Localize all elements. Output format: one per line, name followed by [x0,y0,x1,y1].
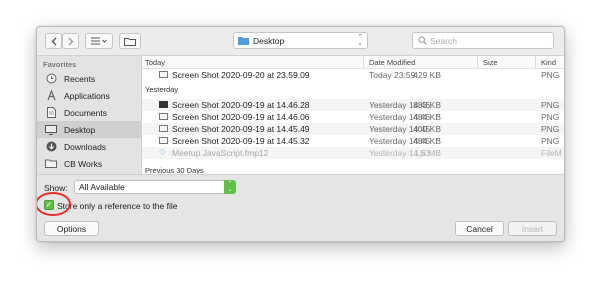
sidebar-item-label: Applications [64,90,110,101]
file-size: 484 KB [413,112,441,122]
file-size: 400 KB [413,124,441,134]
sidebar-item-downloads[interactable]: Downloads [37,138,141,155]
browser-content: Favorites Recents Applications Documents… [37,55,564,174]
new-folder-button[interactable] [119,33,141,49]
file-size: 429 KB [413,70,441,80]
file-dialog: Desktop ⌃⌄ Favorites Recents Application… [36,26,565,242]
file-name: Screen Shot 2020-09-20 at 23.59.09 [172,70,310,80]
file-row[interactable]: Screen Shot 2020-09-19 at 14.46.28 Yeste… [142,99,564,111]
sidebar-item-label: Desktop [64,124,96,135]
file-size: 1,6 MB [414,148,441,158]
show-popup[interactable]: All Available ⌃ ⌄ [74,180,236,194]
image-file-icon [159,137,168,144]
sidebar-item-label: CB Works [64,158,103,169]
view-options-button[interactable] [85,33,113,49]
file-name: Screen Shot 2020-09-19 at 14.46.06 [172,112,310,122]
desktop-icon [44,124,58,136]
sidebar-item-cb-works[interactable]: CB Works [37,155,141,172]
file-kind: PNG [541,124,560,134]
search-input[interactable] [430,35,540,46]
file-row[interactable]: Screen Shot 2020-09-20 at 23.59.09 Today… [142,69,564,81]
checkmark-icon: ✓ [45,200,53,209]
file-row-disabled: ◇ Meetup JavaScript.fmp12 Yesterday 14:5… [142,147,564,159]
folder-icon [238,37,249,45]
column-kind[interactable]: Kind [541,58,556,67]
file-kind: PNG [541,70,560,80]
image-file-icon [159,125,168,132]
column-date-modified[interactable]: Date Modified [369,58,415,67]
back-button[interactable] [45,33,62,49]
toolbar: Desktop ⌃ ⌄ [37,27,564,55]
file-kind: PNG [541,112,560,122]
group-header-yesterday: Yesterday [142,85,564,96]
sidebar-item-label: Downloads [64,141,107,152]
search-field[interactable] [412,32,554,49]
chevron-left-icon [51,37,56,45]
forward-button[interactable] [62,33,79,49]
new-folder-icon [124,37,136,46]
file-name: Screen Shot 2020-09-19 at 14.45.49 [172,124,310,134]
column-size[interactable]: Size [483,58,498,67]
options-button[interactable]: Options [44,221,99,236]
sidebar: Favorites Recents Applications Documents… [37,56,142,174]
applications-icon [44,90,58,102]
file-name: Meetup JavaScript.fmp12 [172,148,269,158]
file-kind: PNG [541,100,560,110]
show-value: All Available [79,182,125,192]
options-area: Show: All Available ⌃ ⌄ ✓ Store only a re… [37,174,564,241]
sidebar-item-applications[interactable]: Applications [37,87,141,104]
sidebar-item-desktop[interactable]: Desktop [37,121,141,138]
store-reference-checkbox[interactable]: ✓ [44,200,54,210]
image-file-icon [159,101,168,108]
file-name: Screen Shot 2020-09-19 at 14.45.32 [172,136,310,146]
document-icon [44,107,58,119]
file-size: 484 KB [413,136,441,146]
sidebar-item-label: Documents [64,107,107,118]
store-reference-label[interactable]: Store only a reference to the file [57,201,178,211]
sidebar-heading: Favorites [43,60,77,69]
cancel-button[interactable]: Cancel [455,221,504,236]
column-header: Today Date Modified Size Kind [142,56,564,69]
file-date: Today 23:59 [369,70,416,80]
search-icon [418,36,427,45]
list-view-icon [91,37,107,45]
clock-icon [44,73,58,85]
show-label: Show: [44,183,68,193]
group-header-previous: Previous 30 Days [142,166,564,174]
file-size: 883 KB [413,100,441,110]
updown-chevron-icon: ⌃ ⌄ [224,180,236,194]
column-name[interactable]: Today [145,58,165,67]
file-row[interactable]: Screen Shot 2020-09-19 at 14.46.06 Yeste… [142,111,564,123]
filemaker-file-icon: ◇ [159,147,166,156]
location-popup[interactable]: Desktop ⌃ ⌄ [233,32,368,49]
insert-button[interactable]: Insert [508,221,557,236]
file-kind: PNG [541,136,560,146]
sidebar-item-recents[interactable]: Recents [37,70,141,87]
folder-icon [44,158,58,170]
chevron-right-icon [68,37,73,45]
sidebar-item-documents[interactable]: Documents [37,104,141,121]
image-file-icon [159,71,168,78]
image-file-icon [159,113,168,120]
location-label: Desktop [253,35,285,46]
file-row[interactable]: Screen Shot 2020-09-19 at 14.45.32 Yeste… [142,135,564,147]
file-row[interactable]: Screen Shot 2020-09-19 at 14.45.49 Yeste… [142,123,564,135]
file-list: Today Date Modified Size Kind Screen Sho… [142,56,564,174]
download-icon [44,141,58,153]
updown-chevron-icon: ⌃ ⌄ [357,34,363,47]
sidebar-item-label: Recents [64,73,96,84]
file-name: Screen Shot 2020-09-19 at 14.46.28 [172,100,310,110]
file-kind: FileM [541,148,562,158]
